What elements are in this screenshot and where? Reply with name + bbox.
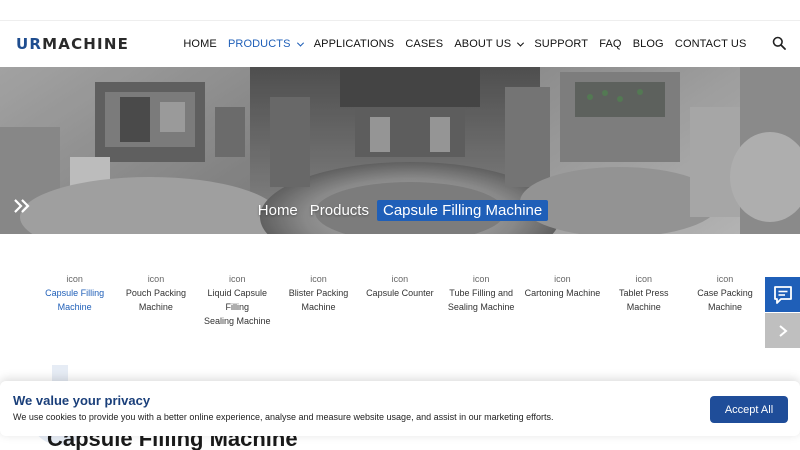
category-label: Machine: [138, 302, 173, 312]
chevron-down-icon: [517, 39, 525, 47]
nav-home[interactable]: HOME: [178, 38, 223, 50]
category-icon: icon: [147, 274, 165, 284]
category-label: Sealing Machine: [203, 316, 271, 326]
category-icon: icon: [716, 274, 734, 284]
cookie-banner: We value your privacy We use cookies to …: [0, 381, 800, 436]
category-label: Capsule Counter: [366, 288, 434, 298]
top-strip: [0, 0, 800, 21]
category-tube-filling-sealing-machine[interactable]: icon Tube Filling and Sealing Machine: [440, 272, 521, 322]
product-category-bar: icon Capsule Filling Machine icon Pouch …: [34, 272, 766, 326]
chevron-down-icon: [296, 39, 304, 47]
search-icon[interactable]: [772, 36, 786, 50]
category-cartoning-machine[interactable]: icon Cartoning Machine: [522, 272, 603, 322]
category-label: Pouch Packing: [125, 288, 186, 298]
nav-faq-label: FAQ: [599, 38, 622, 50]
category-label: Capsule Filling: [45, 288, 105, 298]
category-label: Machine: [57, 302, 92, 312]
nav-applications-label: APPLICATIONS: [313, 38, 395, 50]
category-icon: icon: [391, 274, 409, 284]
nav-cases-label: CASES: [405, 38, 444, 50]
site-header: URMACHINE HOME PRODUCTS APPLICATIONS CAS…: [0, 21, 800, 67]
category-label: Case Packing: [697, 288, 753, 298]
category-capsule-filling-machine[interactable]: icon Capsule Filling Machine: [34, 272, 115, 322]
nav-blog-label: BLOG: [632, 38, 664, 50]
category-liquid-capsule-filling-sealing-machine[interactable]: icon Liquid Capsule Filling Sealing Mach…: [197, 272, 278, 326]
cookie-text: We use cookies to provide you with a bet…: [13, 412, 554, 422]
nav-products-label: PRODUCTS: [227, 38, 291, 50]
cookie-title: We value your privacy: [13, 393, 151, 408]
nav-applications[interactable]: APPLICATIONS: [308, 38, 400, 50]
category-icon: icon: [228, 274, 246, 284]
nav-about-us-label: ABOUT US: [454, 38, 512, 50]
breadcrumb: Home Products Capsule Filling Machine: [0, 198, 800, 222]
accept-all-button[interactable]: Accept All: [710, 396, 788, 423]
category-icon: icon: [66, 274, 83, 284]
logo-text: URMACHINE: [16, 35, 129, 53]
category-icon: icon: [310, 274, 327, 284]
nav-products[interactable]: PRODUCTS: [222, 38, 308, 50]
category-blister-packing-machine[interactable]: icon Blister Packing Machine: [278, 272, 359, 322]
nav-contact-us-label: CONTACT US: [674, 38, 747, 50]
category-icon: icon: [472, 274, 490, 284]
nav-home-label: HOME: [183, 38, 217, 50]
double-chevron-right-icon: [14, 199, 30, 213]
category-case-packing-machine[interactable]: icon Case Packing Machine: [684, 272, 765, 322]
hero-banner: Home Products Capsule Filling Machine: [0, 67, 800, 234]
category-pouch-packing-machine[interactable]: icon Pouch Packing Machine: [115, 272, 196, 322]
category-icon: icon: [554, 274, 571, 284]
main-nav: HOME PRODUCTS APPLICATIONS CASES ABOUT U…: [178, 21, 752, 67]
breadcrumb-home[interactable]: Home: [252, 202, 304, 219]
category-capsule-counter[interactable]: icon Capsule Counter: [359, 272, 440, 322]
category-label: Tube Filling and: [449, 288, 513, 298]
category-label: Sealing Machine: [447, 302, 515, 312]
chat-button[interactable]: [765, 277, 800, 312]
category-icon: icon: [635, 274, 652, 284]
next-button[interactable]: [765, 313, 800, 348]
category-label: Liquid Capsule Filling: [207, 288, 268, 312]
category-label: Cartoning Machine: [524, 288, 601, 298]
nav-blog[interactable]: BLOG: [627, 38, 669, 50]
logo-suffix: MACHINE: [42, 35, 130, 53]
breadcrumb-current: Capsule Filling Machine: [376, 199, 549, 221]
category-label: Machine: [301, 302, 336, 312]
nav-support[interactable]: SUPPORT: [529, 38, 594, 50]
nav-about-us[interactable]: ABOUT US: [449, 38, 529, 50]
logo[interactable]: URMACHINE: [16, 34, 129, 54]
category-tablet-press-machine[interactable]: icon Tablet Press Machine: [603, 272, 684, 322]
category-label: Blister Packing: [288, 288, 349, 298]
chevron-right-icon: [778, 324, 788, 337]
category-label: Machine: [708, 302, 743, 312]
nav-cases[interactable]: CASES: [400, 38, 449, 50]
nav-contact-us[interactable]: CONTACT US: [669, 38, 752, 50]
logo-prefix: UR: [16, 35, 43, 53]
nav-support-label: SUPPORT: [534, 38, 589, 50]
category-label: Machine: [626, 302, 661, 312]
breadcrumb-products[interactable]: Products: [304, 202, 375, 219]
chat-icon: [773, 285, 792, 304]
nav-faq[interactable]: FAQ: [594, 38, 628, 50]
category-label: Tablet Press: [618, 288, 669, 298]
